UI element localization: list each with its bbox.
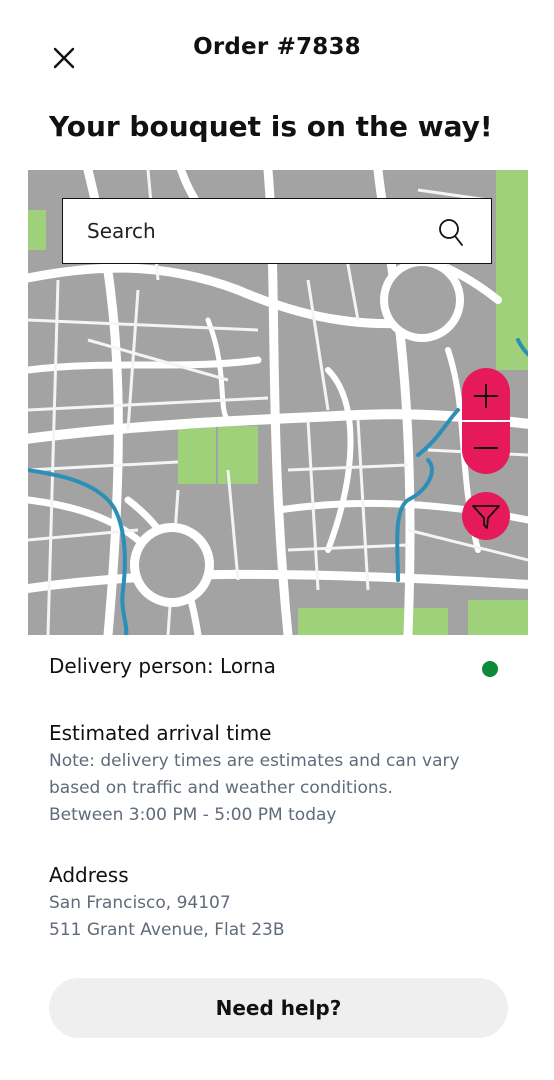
address-title: Address <box>49 863 129 887</box>
filter-button[interactable] <box>462 492 510 540</box>
search-icon[interactable] <box>437 217 465 249</box>
address-line-2: 511 Grant Avenue, Flat 23B <box>49 920 285 940</box>
page-title: Your bouquet is on the way! <box>49 110 493 143</box>
delivery-person-row: Delivery person: Lorna <box>49 654 509 684</box>
arrival-note-line-2: based on traffic and weather conditions. <box>49 778 393 798</box>
delivery-person-label: Delivery person: Lorna <box>49 654 276 678</box>
zoom-in-button[interactable] <box>462 368 510 420</box>
arrival-window: Between 3:00 PM - 5:00 PM today <box>49 805 337 825</box>
header: Order #7838 <box>0 24 554 76</box>
arrival-note-line-1: Note: delivery times are estimates and c… <box>49 751 460 771</box>
minus-icon <box>474 447 498 449</box>
filter-icon <box>472 505 500 529</box>
order-title: Order #7838 <box>193 34 361 60</box>
map-view[interactable] <box>28 170 528 635</box>
zoom-out-button[interactable] <box>462 422 510 474</box>
search-input[interactable] <box>63 198 429 264</box>
plus-icon <box>474 384 498 408</box>
address-line-1: San Francisco, 94107 <box>49 893 231 913</box>
status-indicator <box>482 661 498 677</box>
arrival-title: Estimated arrival time <box>49 721 272 745</box>
zoom-controls <box>462 368 510 474</box>
need-help-button[interactable]: Need help? <box>49 978 508 1038</box>
search-bar[interactable] <box>62 198 492 264</box>
